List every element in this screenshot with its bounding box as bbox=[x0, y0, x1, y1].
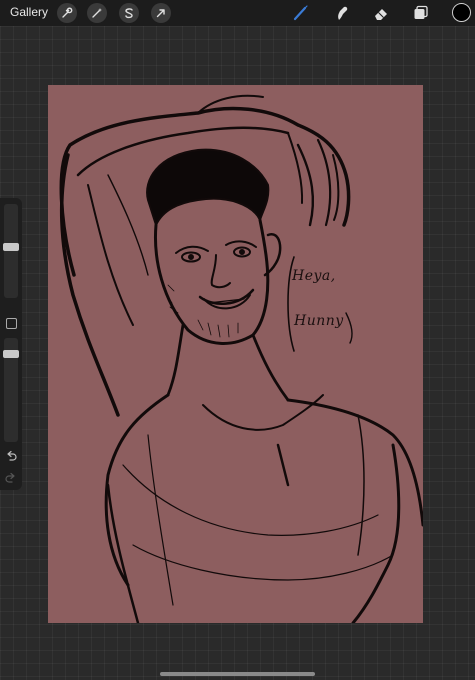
wrench-icon[interactable] bbox=[57, 3, 77, 23]
eraser-icon[interactable] bbox=[371, 3, 391, 23]
brush-size-slider[interactable] bbox=[3, 204, 19, 298]
transform-arrow-icon[interactable] bbox=[151, 3, 171, 23]
redo-icon[interactable] bbox=[5, 472, 17, 484]
opacity-slider[interactable] bbox=[3, 338, 19, 442]
brush-icon[interactable] bbox=[291, 3, 311, 23]
opacity-thumb[interactable] bbox=[3, 349, 19, 358]
drawing-canvas[interactable]: Heya, Hunny bbox=[48, 85, 423, 623]
selection-s-icon[interactable] bbox=[119, 3, 139, 23]
brush-size-thumb[interactable] bbox=[3, 242, 19, 251]
magic-wand-icon[interactable] bbox=[87, 3, 107, 23]
color-swatch[interactable] bbox=[452, 3, 471, 22]
layers-icon[interactable] bbox=[411, 3, 431, 23]
undo-icon[interactable] bbox=[5, 450, 17, 462]
gallery-button[interactable]: Gallery bbox=[10, 5, 48, 19]
top-toolbar: Gallery bbox=[0, 0, 475, 26]
left-sidebar bbox=[0, 198, 22, 490]
sketch-artwork bbox=[59, 94, 423, 623]
home-indicator bbox=[160, 672, 315, 676]
smudge-icon[interactable] bbox=[332, 3, 352, 23]
modify-button[interactable] bbox=[6, 318, 17, 329]
speech-text-line2: Hunny bbox=[294, 313, 344, 329]
speech-text-line1: Heya, bbox=[292, 268, 336, 284]
